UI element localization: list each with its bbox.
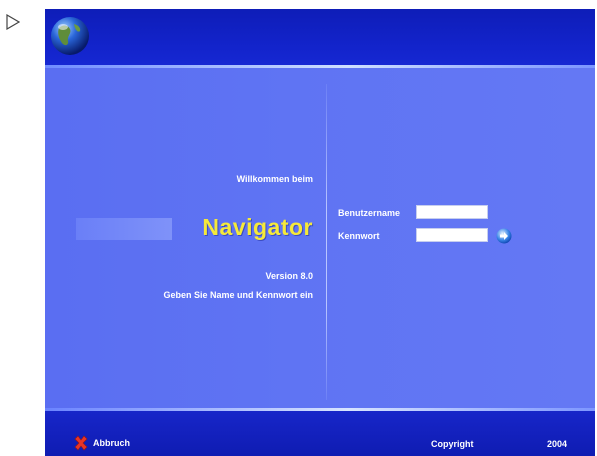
main-panel: Willkommen beim Navigator Version 8.0 Ge… <box>45 68 595 408</box>
login-submit-button[interactable] <box>496 228 512 244</box>
copyright-year: 2004 <box>547 439 568 449</box>
username-input[interactable] <box>416 205 488 219</box>
footer-bar: Abbruch Copyright 2004 <box>45 411 595 456</box>
login-window: Willkommen beim Navigator Version 8.0 Ge… <box>45 9 595 456</box>
password-label: Kennwort <box>338 231 380 241</box>
version-text: Version 8.0 <box>265 271 313 281</box>
globe-icon <box>51 17 89 55</box>
username-label: Benutzername <box>338 208 401 218</box>
red-x-icon <box>74 435 88 451</box>
password-input[interactable] <box>416 228 488 242</box>
brand-shadow-box <box>76 218 172 240</box>
cancel-button[interactable]: Abbruch <box>73 435 130 451</box>
header-bar <box>45 9 595 65</box>
instruction-text: Geben Sie Name und Kennwort ein <box>163 290 313 300</box>
copyright-label: Copyright <box>431 439 474 449</box>
product-name: Navigator <box>202 214 313 240</box>
play-icon <box>6 14 20 30</box>
welcome-text: Willkommen beim <box>236 174 313 184</box>
vertical-divider <box>326 84 327 400</box>
cancel-label: Abbruch <box>93 438 130 448</box>
